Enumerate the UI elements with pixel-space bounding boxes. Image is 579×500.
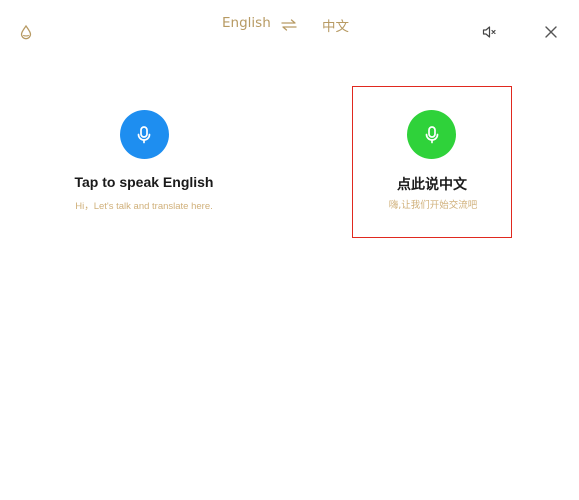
panel-subtitle-chinese: 嗨,让我们开始交流吧 (388, 200, 478, 211)
translator-screen: English 中文 Tap to speak English Hi，Let's… (0, 0, 579, 500)
source-language-button[interactable]: English (222, 15, 271, 31)
speaker-mute-icon[interactable] (478, 21, 500, 43)
microphone-icon (425, 125, 438, 143)
panel-title-chinese: 点此说中文 (397, 177, 467, 193)
microphone-button-english[interactable] (119, 110, 169, 159)
panel-subtitle-english: Hi，Let's talk and translate here. (75, 201, 213, 212)
droplet-icon[interactable] (14, 20, 38, 44)
speak-chinese-panel[interactable]: 点此说中文 嗨,让我们开始交流吧 (352, 86, 512, 238)
panel-title-english: Tap to speak English (74, 174, 214, 190)
target-language-button[interactable]: 中文 (322, 15, 349, 35)
microphone-button-chinese[interactable] (407, 110, 456, 159)
close-icon[interactable] (540, 21, 562, 43)
microphone-icon (137, 125, 151, 143)
swap-arrows-icon[interactable] (280, 17, 298, 33)
speak-english-panel[interactable]: Tap to speak English Hi，Let's talk and t… (64, 86, 224, 238)
